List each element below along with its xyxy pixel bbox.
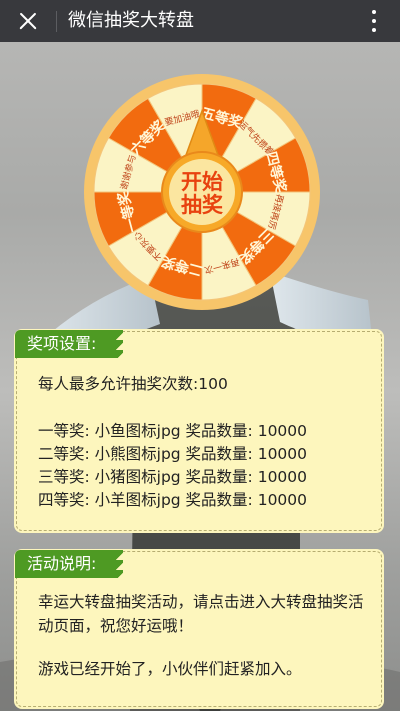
start-label-line1: 开始 [181,170,223,194]
prize-line-1: 一等奖: 小鱼图标jpg 奖品数量: 10000 [38,422,308,440]
page-title: 微信抽奖大转盘 [68,10,194,31]
start-draw-button[interactable]: 开始 抽奖 [161,151,243,233]
activity-line-2: 动页面，祝您好运哦！ [38,617,194,635]
activity-description-tag: 活动说明: [15,550,124,578]
prize-settings-tag: 奖项设置: [15,330,124,358]
title-divider [56,11,57,32]
prize-line-3: 三等奖: 小猪图标jpg 奖品数量: 10000 [38,468,308,486]
close-icon[interactable] [10,4,46,38]
prize-line-2: 二等奖: 小熊图标jpg 奖品数量: 10000 [38,445,308,463]
max-draws-text: 每人最多允许抽奖次数:100 [38,375,228,393]
activity-description-panel: 活动说明: 幸运大转盘抽奖活动，请点击进入大转盘抽奖活 动页面，祝您好运哦！ 游… [15,550,382,707]
prize-line-4: 四等奖: 小羊图标jpg 奖品数量: 10000 [38,491,308,509]
title-bar: 微信抽奖大转盘 [0,0,400,42]
start-label-line2: 抽奖 [181,193,224,217]
more-menu-icon[interactable] [362,6,386,36]
lottery-wheel: 六等奖 要加油哦 五等奖 运气先攒着 四等奖 再接再厉 三等奖 再来一次 二等奖 不要灰心 一等奖谢… [83,73,321,311]
activity-line-1: 幸运大转盘抽奖活动，请点击进入大转盘抽奖活 [38,593,364,611]
activity-line-3: 游戏已经开始了，小伙伴们赶紧加入。 [38,660,302,678]
wheel-graphic: 六等奖要加油哦五等奖运气先攒着四等奖再接再厉三等奖再来一次二等奖不要灰心一等奖谢… [84,74,320,310]
prize-settings-panel: 奖项设置: 每人最多允许抽奖次数:100 一等奖: 小鱼图标jpg 奖品数量: … [15,330,382,531]
